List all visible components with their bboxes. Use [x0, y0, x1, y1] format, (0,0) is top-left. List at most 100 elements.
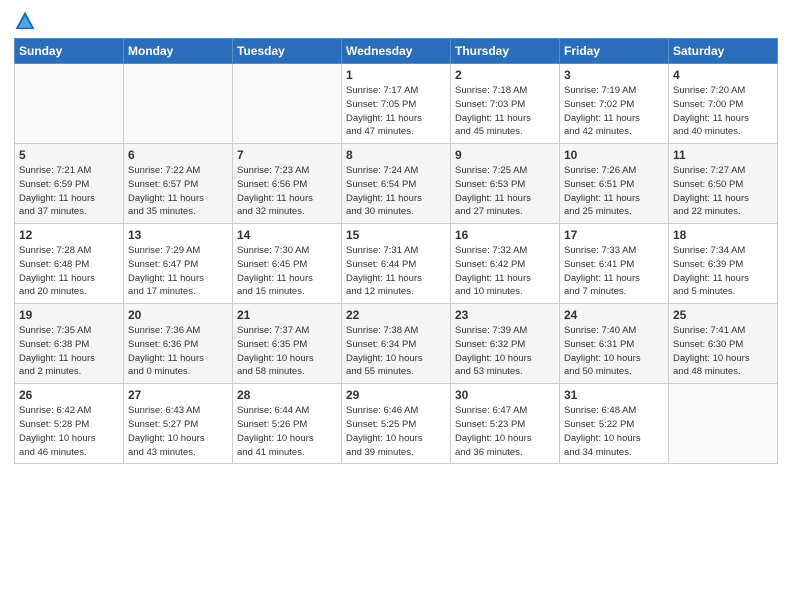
- weekday-header-thursday: Thursday: [451, 39, 560, 64]
- header: [14, 10, 778, 32]
- day-info: Sunrise: 6:48 AM Sunset: 5:22 PM Dayligh…: [564, 404, 664, 459]
- day-number: 8: [346, 148, 446, 162]
- calendar-cell: 19 Sunrise: 7:35 AM Sunset: 6:38 PM Dayli…: [15, 304, 124, 384]
- day-info: Sunrise: 6:46 AM Sunset: 5:25 PM Dayligh…: [346, 404, 446, 459]
- calendar-cell: 1 Sunrise: 7:17 AM Sunset: 7:05 PM Daylig…: [342, 64, 451, 144]
- calendar-week-row: 26 Sunrise: 6:42 AM Sunset: 5:28 PM Dayli…: [15, 384, 778, 464]
- calendar-cell: 6 Sunrise: 7:22 AM Sunset: 6:57 PM Daylig…: [124, 144, 233, 224]
- weekday-header-row: SundayMondayTuesdayWednesdayThursdayFrid…: [15, 39, 778, 64]
- calendar-cell: 18 Sunrise: 7:34 AM Sunset: 6:39 PM Dayli…: [669, 224, 778, 304]
- calendar-cell: 5 Sunrise: 7:21 AM Sunset: 6:59 PM Daylig…: [15, 144, 124, 224]
- calendar-cell: 12Sunrise: 7:28 AM Sunset: 6:48 PM Dayli…: [15, 224, 124, 304]
- calendar-cell: [15, 64, 124, 144]
- day-info: Sunrise: 6:47 AM Sunset: 5:23 PM Dayligh…: [455, 404, 555, 459]
- day-info: Sunrise: 7:20 AM Sunset: 7:00 PM Dayligh…: [673, 84, 773, 139]
- day-info: Sunrise: 7:19 AM Sunset: 7:02 PM Dayligh…: [564, 84, 664, 139]
- day-number: 1: [346, 68, 446, 82]
- day-info: Sunrise: 7:32 AM Sunset: 6:42 PM Dayligh…: [455, 244, 555, 299]
- calendar-cell: 13Sunrise: 7:29 AM Sunset: 6:47 PM Dayli…: [124, 224, 233, 304]
- day-number: 7: [237, 148, 337, 162]
- day-info: Sunrise: 7:24 AM Sunset: 6:54 PM Dayligh…: [346, 164, 446, 219]
- calendar-cell: 23 Sunrise: 7:39 AM Sunset: 6:32 PM Dayli…: [451, 304, 560, 384]
- day-number: 6: [128, 148, 228, 162]
- day-info: Sunrise: 7:26 AM Sunset: 6:51 PM Dayligh…: [564, 164, 664, 219]
- calendar-cell: 21 Sunrise: 7:37 AM Sunset: 6:35 PM Dayli…: [233, 304, 342, 384]
- calendar-cell: 17 Sunrise: 7:33 AM Sunset: 6:41 PM Dayli…: [560, 224, 669, 304]
- day-info: Sunrise: 7:31 AM Sunset: 6:44 PM Dayligh…: [346, 244, 446, 299]
- calendar-cell: 20Sunrise: 7:36 AM Sunset: 6:36 PM Dayli…: [124, 304, 233, 384]
- calendar-cell: 29 Sunrise: 6:46 AM Sunset: 5:25 PM Dayli…: [342, 384, 451, 464]
- day-info: Sunrise: 7:29 AM Sunset: 6:47 PM Dayligh…: [128, 244, 228, 299]
- weekday-header-sunday: Sunday: [15, 39, 124, 64]
- calendar-cell: 3 Sunrise: 7:19 AM Sunset: 7:02 PM Daylig…: [560, 64, 669, 144]
- day-number: 18: [673, 228, 773, 242]
- day-number: 28: [237, 388, 337, 402]
- day-info: Sunrise: 7:22 AM Sunset: 6:57 PM Dayligh…: [128, 164, 228, 219]
- day-info: Sunrise: 7:36 AM Sunset: 6:36 PM Dayligh…: [128, 324, 228, 379]
- day-number: 29: [346, 388, 446, 402]
- calendar-cell: 9Sunrise: 7:25 AM Sunset: 6:53 PM Daylig…: [451, 144, 560, 224]
- day-number: 30: [455, 388, 555, 402]
- day-info: Sunrise: 7:39 AM Sunset: 6:32 PM Dayligh…: [455, 324, 555, 379]
- day-info: Sunrise: 7:17 AM Sunset: 7:05 PM Dayligh…: [346, 84, 446, 139]
- logo: [14, 10, 40, 32]
- day-number: 19: [19, 308, 119, 322]
- weekday-header-friday: Friday: [560, 39, 669, 64]
- day-number: 22: [346, 308, 446, 322]
- day-info: Sunrise: 6:42 AM Sunset: 5:28 PM Dayligh…: [19, 404, 119, 459]
- day-info: Sunrise: 7:41 AM Sunset: 6:30 PM Dayligh…: [673, 324, 773, 379]
- weekday-header-monday: Monday: [124, 39, 233, 64]
- day-number: 26: [19, 388, 119, 402]
- day-number: 5: [19, 148, 119, 162]
- day-info: Sunrise: 7:35 AM Sunset: 6:38 PM Dayligh…: [19, 324, 119, 379]
- calendar-cell: 24 Sunrise: 7:40 AM Sunset: 6:31 PM Dayli…: [560, 304, 669, 384]
- day-info: Sunrise: 7:30 AM Sunset: 6:45 PM Dayligh…: [237, 244, 337, 299]
- calendar-week-row: 5 Sunrise: 7:21 AM Sunset: 6:59 PM Daylig…: [15, 144, 778, 224]
- day-number: 25: [673, 308, 773, 322]
- calendar-week-row: 19 Sunrise: 7:35 AM Sunset: 6:38 PM Dayli…: [15, 304, 778, 384]
- calendar-cell: 27Sunrise: 6:43 AM Sunset: 5:27 PM Dayli…: [124, 384, 233, 464]
- calendar-cell: 22 Sunrise: 7:38 AM Sunset: 6:34 PM Dayli…: [342, 304, 451, 384]
- day-number: 4: [673, 68, 773, 82]
- calendar-week-row: 1 Sunrise: 7:17 AM Sunset: 7:05 PM Daylig…: [15, 64, 778, 144]
- calendar-cell: 8 Sunrise: 7:24 AM Sunset: 6:54 PM Daylig…: [342, 144, 451, 224]
- calendar-cell: [669, 384, 778, 464]
- calendar-cell: 30 Sunrise: 6:47 AM Sunset: 5:23 PM Dayli…: [451, 384, 560, 464]
- calendar-cell: 4 Sunrise: 7:20 AM Sunset: 7:00 PM Daylig…: [669, 64, 778, 144]
- day-info: Sunrise: 7:34 AM Sunset: 6:39 PM Dayligh…: [673, 244, 773, 299]
- day-number: 31: [564, 388, 664, 402]
- calendar-week-row: 12Sunrise: 7:28 AM Sunset: 6:48 PM Dayli…: [15, 224, 778, 304]
- day-info: Sunrise: 7:33 AM Sunset: 6:41 PM Dayligh…: [564, 244, 664, 299]
- day-number: 3: [564, 68, 664, 82]
- day-number: 15: [346, 228, 446, 242]
- calendar-cell: 28 Sunrise: 6:44 AM Sunset: 5:26 PM Dayli…: [233, 384, 342, 464]
- calendar-cell: 14 Sunrise: 7:30 AM Sunset: 6:45 PM Dayli…: [233, 224, 342, 304]
- day-number: 2: [455, 68, 555, 82]
- weekday-header-tuesday: Tuesday: [233, 39, 342, 64]
- day-number: 17: [564, 228, 664, 242]
- day-number: 21: [237, 308, 337, 322]
- weekday-header-saturday: Saturday: [669, 39, 778, 64]
- day-number: 27: [128, 388, 228, 402]
- day-number: 10: [564, 148, 664, 162]
- day-info: Sunrise: 7:25 AM Sunset: 6:53 PM Dayligh…: [455, 164, 555, 219]
- calendar-cell: 11Sunrise: 7:27 AM Sunset: 6:50 PM Dayli…: [669, 144, 778, 224]
- day-info: Sunrise: 7:38 AM Sunset: 6:34 PM Dayligh…: [346, 324, 446, 379]
- day-info: Sunrise: 7:40 AM Sunset: 6:31 PM Dayligh…: [564, 324, 664, 379]
- day-number: 14: [237, 228, 337, 242]
- calendar-table: SundayMondayTuesdayWednesdayThursdayFrid…: [14, 38, 778, 464]
- calendar-cell: 2Sunrise: 7:18 AM Sunset: 7:03 PM Daylig…: [451, 64, 560, 144]
- calendar-cell: 10 Sunrise: 7:26 AM Sunset: 6:51 PM Dayli…: [560, 144, 669, 224]
- calendar-cell: 31 Sunrise: 6:48 AM Sunset: 5:22 PM Dayli…: [560, 384, 669, 464]
- logo-icon: [14, 10, 36, 32]
- calendar-cell: 25 Sunrise: 7:41 AM Sunset: 6:30 PM Dayli…: [669, 304, 778, 384]
- day-info: Sunrise: 6:44 AM Sunset: 5:26 PM Dayligh…: [237, 404, 337, 459]
- day-number: 16: [455, 228, 555, 242]
- calendar-cell: 15 Sunrise: 7:31 AM Sunset: 6:44 PM Dayli…: [342, 224, 451, 304]
- day-info: Sunrise: 7:23 AM Sunset: 6:56 PM Dayligh…: [237, 164, 337, 219]
- weekday-header-wednesday: Wednesday: [342, 39, 451, 64]
- day-number: 24: [564, 308, 664, 322]
- day-info: Sunrise: 7:21 AM Sunset: 6:59 PM Dayligh…: [19, 164, 119, 219]
- day-info: Sunrise: 7:37 AM Sunset: 6:35 PM Dayligh…: [237, 324, 337, 379]
- day-number: 23: [455, 308, 555, 322]
